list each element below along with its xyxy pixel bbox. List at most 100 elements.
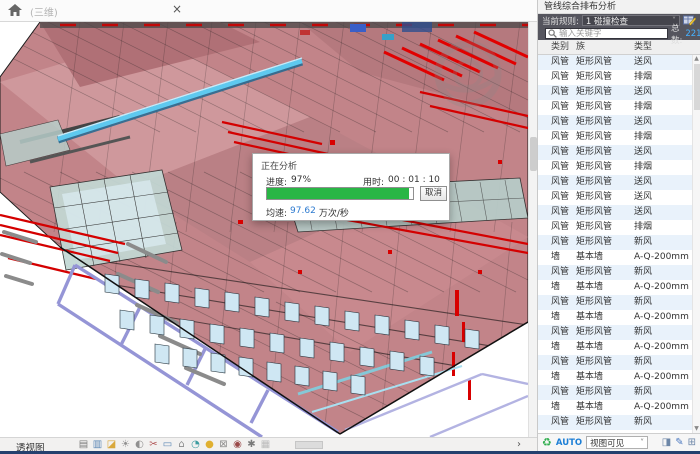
clash-table: 风管 矩形风管 送风 风管 矩形风管 排烟 风管 矩形风管 送风	[538, 55, 700, 433]
table-row[interactable]: 墙 基本墙 A-Q-200mm	[538, 250, 700, 265]
view-control-icon[interactable]: ✂	[148, 439, 159, 451]
view-control-icon[interactable]: ◪	[106, 439, 117, 451]
table-row[interactable]: 墙 基本墙 A-Q-200mm	[538, 340, 700, 355]
viewport-3d[interactable]	[0, 22, 528, 437]
view-control-icon[interactable]: ▭	[162, 439, 173, 451]
cell-type: 送风	[634, 175, 700, 190]
cell-type: 新风	[634, 325, 700, 340]
view-control-icon[interactable]: ▦	[260, 439, 271, 451]
view-control-icon[interactable]: ▤	[78, 439, 89, 451]
table-row[interactable]: 风管 矩形风管 送风	[538, 85, 700, 100]
table-row[interactable]: 风管 矩形风管 送风	[538, 145, 700, 160]
speed-value: 97.62	[290, 206, 316, 219]
table-scroll-thumb[interactable]	[694, 64, 700, 110]
cell-family: 矩形风管	[576, 115, 634, 130]
viewport-vertical-scrollbar[interactable]	[528, 22, 537, 437]
table-row[interactable]: 风管 矩形风管 送风	[538, 55, 700, 70]
tab-3d-view[interactable]: (三维)	[30, 4, 58, 19]
cell-family: 基本墙	[576, 280, 634, 295]
cell-family: 矩形风管	[576, 190, 634, 205]
cell-type: 新风	[634, 295, 700, 310]
cell-family: 矩形风管	[576, 265, 634, 280]
view-type-label[interactable]: 透视图	[16, 440, 45, 454]
search-icon	[548, 29, 557, 38]
footer-action-icon[interactable]: ◨	[662, 437, 671, 448]
cell-type: 新风	[634, 265, 700, 280]
cell-type: 排烟	[634, 160, 700, 175]
visibility-dropdown[interactable]: 视图可见 ˅	[586, 436, 648, 449]
cell-type: 送风	[634, 205, 700, 220]
footer-action-icon[interactable]: ✎	[675, 437, 683, 448]
rule-dropdown[interactable]: 1 碰撞检查 ˅	[582, 15, 680, 26]
edit-rule-icon[interactable]	[683, 15, 696, 26]
scroll-up-icon[interactable]: ▲	[693, 55, 700, 63]
table-row[interactable]: 风管 矩形风管 新风	[538, 325, 700, 340]
auto-toggle[interactable]: AUTO	[556, 438, 582, 448]
cell-family: 矩形风管	[576, 70, 634, 85]
table-scrollbar[interactable]: ▲ ▼	[692, 55, 700, 433]
cell-category: 风管	[538, 115, 576, 130]
view-control-icon[interactable]: ◔	[190, 439, 201, 451]
table-row[interactable]: 风管 矩形风管 新风	[538, 295, 700, 310]
dialog-title: 正在分析	[261, 159, 297, 172]
cell-type: A-Q-200mm	[634, 280, 700, 295]
cell-category: 墙	[538, 340, 576, 355]
tab-close-icon[interactable]: ×	[172, 2, 182, 16]
view-control-icon[interactable]: ●	[204, 439, 215, 451]
progress-fill	[267, 188, 409, 199]
cell-family: 矩形风管	[576, 235, 634, 250]
table-row[interactable]: 风管 矩形风管 送风	[538, 175, 700, 190]
table-row[interactable]: 风管 矩形风管 排烟	[538, 70, 700, 85]
view-control-icon[interactable]: ✱	[246, 439, 257, 451]
cell-family: 基本墙	[576, 370, 634, 385]
table-row[interactable]: 风管 矩形风管 排烟	[538, 100, 700, 115]
cell-category: 风管	[538, 175, 576, 190]
table-row[interactable]: 墙 基本墙 A-Q-200mm	[538, 280, 700, 295]
cell-family: 矩形风管	[576, 325, 634, 340]
column-header-type[interactable]: 类型	[634, 40, 700, 54]
table-row[interactable]: 风管 矩形风管 新风	[538, 385, 700, 400]
cell-family: 矩形风管	[576, 355, 634, 370]
bim-model-render[interactable]	[0, 22, 528, 437]
cell-type: 排烟	[634, 220, 700, 235]
column-header-family[interactable]: 族	[576, 40, 634, 54]
view-control-icon[interactable]: ◐	[134, 439, 145, 451]
view-control-icon[interactable]: ⌂	[176, 439, 187, 451]
table-row[interactable]: 风管 矩形风管 排烟	[538, 220, 700, 235]
cancel-button[interactable]: 取消	[420, 186, 447, 201]
cell-type: 新风	[634, 235, 700, 250]
cell-category: 墙	[538, 280, 576, 295]
cell-category: 风管	[538, 145, 576, 160]
app-window: (三维) ×	[0, 0, 700, 454]
cell-type: A-Q-200mm	[634, 310, 700, 325]
table-row[interactable]: 风管 矩形风管 送风	[538, 115, 700, 130]
cell-category: 风管	[538, 205, 576, 220]
footer-action-icon[interactable]: ⊞	[688, 437, 696, 448]
view-control-icon[interactable]: ☀	[120, 439, 131, 451]
search-input[interactable]	[559, 29, 665, 38]
auto-refresh-icon[interactable]: ♻	[542, 437, 552, 448]
table-row[interactable]: 风管 矩形风管 新风	[538, 265, 700, 280]
table-row[interactable]: 风管 矩形风管 送风	[538, 190, 700, 205]
vscroll-thumb[interactable]	[530, 137, 537, 171]
home-icon[interactable]	[8, 4, 22, 16]
table-row[interactable]: 风管 矩形风管 排烟	[538, 130, 700, 145]
view-control-icon[interactable]: ⊠	[218, 439, 229, 451]
table-row[interactable]: 风管 矩形风管 新风	[538, 235, 700, 250]
table-row[interactable]: 风管 矩形风管 排烟	[538, 160, 700, 175]
viewport-horizontal-scrollbar[interactable]	[295, 441, 323, 449]
scroll-down-icon[interactable]: ▼	[693, 425, 700, 433]
table-row[interactable]: 风管 矩形风管 送风	[538, 205, 700, 220]
toolbar-overflow-icon[interactable]: ›	[517, 439, 521, 450]
table-row[interactable]: 墙 基本墙 A-Q-200mm	[538, 400, 700, 415]
column-header-category[interactable]: 类别	[538, 40, 576, 54]
view-control-icon[interactable]: ◉	[232, 439, 243, 451]
view-control-icon[interactable]: ▥	[92, 439, 103, 451]
table-row[interactable]: 墙 基本墙 A-Q-200mm	[538, 310, 700, 325]
table-row[interactable]: 墙 基本墙 A-Q-200mm	[538, 370, 700, 385]
cell-type: 新风	[634, 415, 700, 430]
cell-category: 风管	[538, 160, 576, 175]
visibility-value: 视图可见	[590, 437, 624, 449]
table-row[interactable]: 风管 矩形风管 新风	[538, 415, 700, 430]
table-row[interactable]: 风管 矩形风管 新风	[538, 355, 700, 370]
